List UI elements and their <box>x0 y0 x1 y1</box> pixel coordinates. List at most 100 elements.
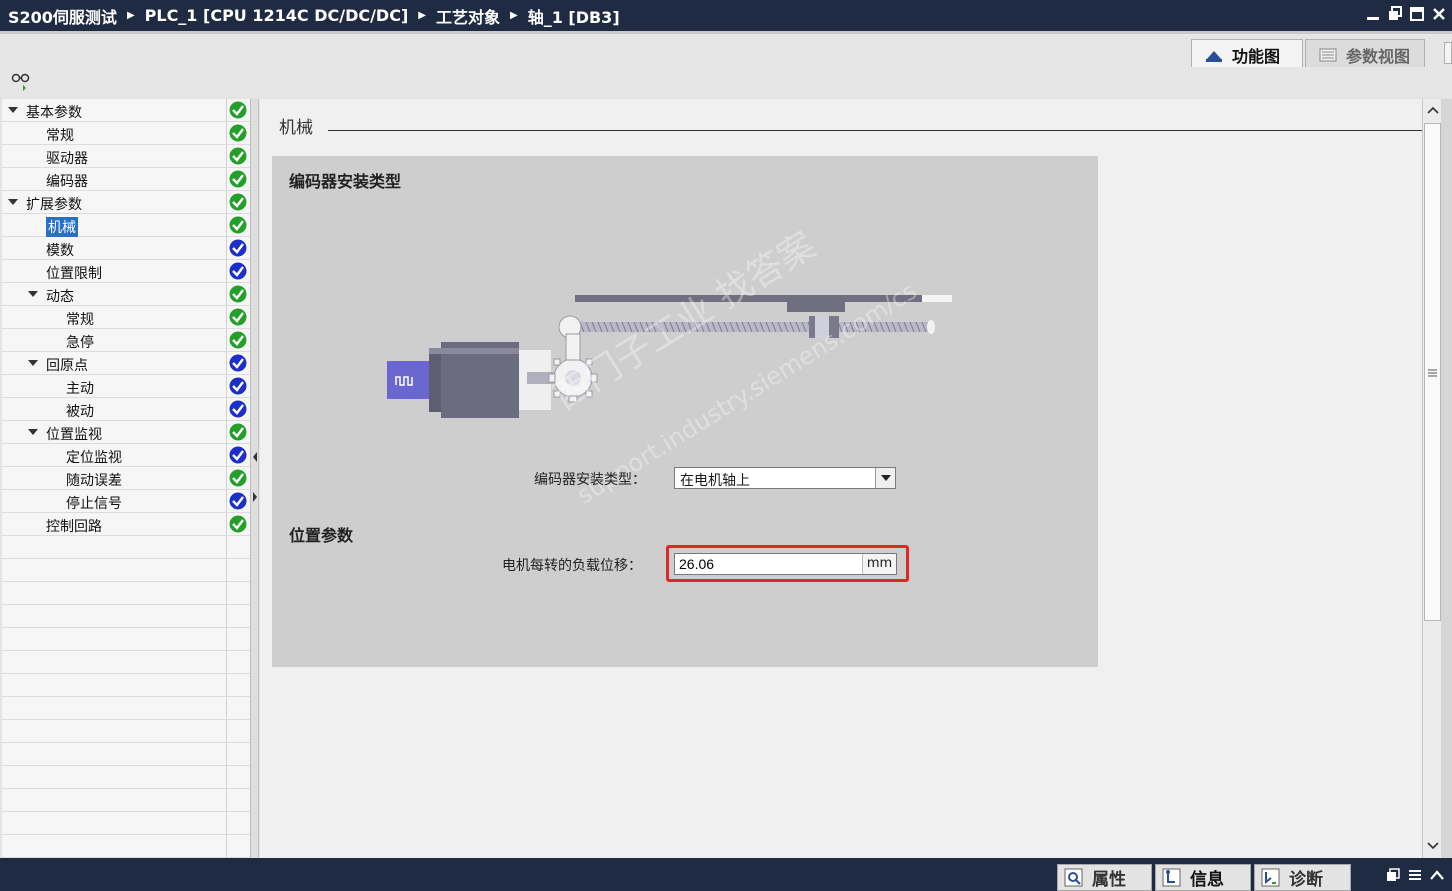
mechanics-panel: 编码器安装类型 西门子工业 找答案 support.industry.sieme… <box>272 156 1098 667</box>
nav-item[interactable]: 位置监视 <box>2 421 250 444</box>
side-panel-strip[interactable] <box>1441 99 1452 858</box>
nav-item-label: 位置限制 <box>46 266 102 282</box>
breadcrumb-axis[interactable]: 轴_1 [DB3] <box>528 4 620 28</box>
scroll-down-button[interactable] <box>1424 837 1441 854</box>
load-displacement-label: 电机每转的负载位移： <box>502 558 642 574</box>
title-bar: S200伺服测试 ▶ PLC_1 [CPU 1214C DC/DC/DC] ▶ … <box>0 0 1452 31</box>
checkmark-green-icon <box>228 192 248 212</box>
close-button[interactable] <box>1432 6 1446 22</box>
load-displacement-field[interactable]: mm <box>674 553 897 575</box>
chevron-down-icon[interactable] <box>875 468 895 488</box>
expand-right-icon[interactable] <box>252 491 258 503</box>
tab-function-view[interactable]: 功能图 <box>1191 39 1303 69</box>
glasses-icon[interactable] <box>10 71 32 91</box>
tab-info-label: 信息 <box>1190 870 1224 890</box>
nav-item[interactable]: 模数 <box>2 237 250 260</box>
nav-item[interactable]: 编码器 <box>2 168 250 191</box>
checkmark-green-icon <box>228 100 248 120</box>
nav-item[interactable]: 动态 <box>2 283 250 306</box>
maximize-button[interactable] <box>1410 6 1424 22</box>
nav-item-label: 随动误差 <box>66 473 122 489</box>
nav-item[interactable]: 急停 <box>2 329 250 352</box>
nav-item[interactable]: 常规 <box>2 306 250 329</box>
checkmark-green-icon <box>228 146 248 166</box>
tab-info[interactable]: 信息 <box>1155 864 1251 891</box>
minimize-icon <box>1367 17 1379 20</box>
minimize-button[interactable] <box>1366 6 1380 22</box>
properties-icon <box>1064 868 1083 886</box>
nav-empty-row <box>2 651 250 674</box>
navigation-tree: 基本参数 常规 驱动器 编码器 扩展参数 机械 模数 位置限制 动态 常规 急停 回原点 主动 被动 位置监… <box>2 99 251 858</box>
nav-item-label: 被动 <box>66 404 94 420</box>
checkmark-green-icon <box>228 123 248 143</box>
restore-icon[interactable] <box>1386 868 1400 882</box>
scroll-thumb[interactable] <box>1424 123 1441 621</box>
collapse-left-icon[interactable] <box>252 451 258 463</box>
encoder-mounting-illustration <box>387 295 952 418</box>
breadcrumb-technology-objects[interactable]: 工艺对象 <box>436 4 500 28</box>
checkmark-green-icon <box>228 284 248 304</box>
tab-function-view-label: 功能图 <box>1232 46 1281 66</box>
vertical-scrollbar[interactable] <box>1422 99 1441 858</box>
load-displacement-input[interactable] <box>675 554 863 574</box>
nav-item[interactable]: 停止信号 <box>2 490 250 513</box>
nav-item[interactable]: 扩展参数 <box>2 191 250 214</box>
splitter[interactable] <box>251 99 259 858</box>
nav-empty-row <box>2 536 250 559</box>
content-area: 机械 编码器安装类型 西门子工业 找答案 support.industry.si… <box>260 99 1422 858</box>
encoder-mounting-dropdown[interactable]: 在电机轴上 <box>674 467 896 489</box>
tab-parameter-view[interactable]: 参数视图 <box>1305 39 1425 69</box>
nav-item-label: 回原点 <box>46 358 88 374</box>
nav-item-label: 驱动器 <box>46 151 88 167</box>
nav-item[interactable]: 主动 <box>2 375 250 398</box>
nav-item-label: 扩展参数 <box>26 197 82 213</box>
restore-button[interactable] <box>1388 6 1402 22</box>
nav-item-label: 控制回路 <box>46 519 102 535</box>
nav-empty-row <box>2 559 250 582</box>
nav-empty-row <box>2 789 250 812</box>
checkmark-green-icon <box>228 330 248 350</box>
unit-label: mm <box>862 554 896 574</box>
checkmark-green-icon <box>228 468 248 488</box>
nav-item[interactable]: 基本参数 <box>2 99 250 122</box>
tab-overflow[interactable] <box>1444 42 1452 64</box>
breadcrumb-project[interactable]: S200伺服测试 <box>8 4 117 28</box>
scroll-up-button[interactable] <box>1424 101 1441 118</box>
nav-item-label: 编码器 <box>46 174 88 190</box>
nav-item[interactable]: 随动误差 <box>2 467 250 490</box>
expand-triangle-icon[interactable] <box>8 107 18 113</box>
nav-item[interactable]: 回原点 <box>2 352 250 375</box>
inspector-tab-bar: 属性 信息 诊断 <box>0 858 1452 891</box>
position-heading: 位置参数 <box>289 526 354 545</box>
checkmark-blue-icon <box>228 376 248 396</box>
encoder-heading: 编码器安装类型 <box>289 172 402 191</box>
close-icon <box>1433 8 1445 20</box>
expand-triangle-icon[interactable] <box>28 360 38 366</box>
expand-triangle-icon[interactable] <box>28 429 38 435</box>
encoder-mounting-label: 编码器安装类型： <box>534 472 646 488</box>
nav-item[interactable]: 驱动器 <box>2 145 250 168</box>
checkmark-green-icon <box>228 422 248 442</box>
expand-triangle-icon[interactable] <box>28 291 38 297</box>
nav-item[interactable]: 机械 <box>2 214 250 238</box>
nav-empty-row <box>2 674 250 697</box>
nav-empty-row <box>2 628 250 651</box>
tab-properties[interactable]: 属性 <box>1057 864 1152 891</box>
nav-item[interactable]: 常规 <box>2 122 250 145</box>
nav-item[interactable]: 定位监视 <box>2 444 250 467</box>
nav-item[interactable]: 控制回路 <box>2 513 250 536</box>
checkmark-blue-icon <box>228 399 248 419</box>
encoder-mounting-value: 在电机轴上 <box>680 473 750 489</box>
breadcrumb: S200伺服测试 ▶ PLC_1 [CPU 1214C DC/DC/DC] ▶ … <box>0 4 620 28</box>
expand-triangle-icon[interactable] <box>8 199 18 205</box>
parameter-view-icon <box>1319 48 1337 61</box>
tab-diagnostics[interactable]: 诊断 <box>1254 864 1351 891</box>
diagnostics-icon <box>1261 868 1280 886</box>
breadcrumb-plc[interactable]: PLC_1 [CPU 1214C DC/DC/DC] <box>145 6 409 25</box>
checkmark-green-icon <box>228 169 248 189</box>
chevron-down-icon <box>1426 841 1439 849</box>
list-icon[interactable] <box>1408 868 1422 882</box>
nav-item[interactable]: 被动 <box>2 398 250 421</box>
chevron-up-icon[interactable] <box>1430 868 1444 882</box>
nav-item[interactable]: 位置限制 <box>2 260 250 283</box>
